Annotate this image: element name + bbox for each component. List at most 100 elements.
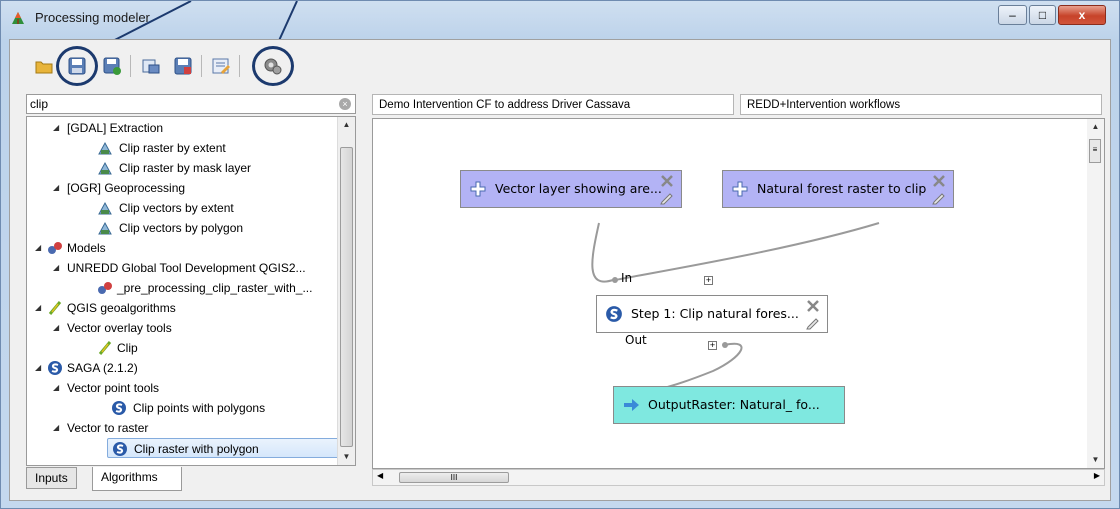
save-model-icon[interactable]: [67, 56, 87, 76]
scroll-right-icon[interactable]: ▶: [1094, 471, 1100, 480]
panel-tabs: Inputs Algorithms: [26, 467, 356, 491]
search-input[interactable]: [30, 96, 330, 112]
edit-help-icon[interactable]: [211, 56, 231, 76]
algorithm-node-step1[interactable]: Step 1: Clip natural fores...: [596, 295, 828, 333]
collapse-arrow-icon[interactable]: ◢: [53, 378, 63, 398]
tree-label: Vector point tools: [67, 381, 160, 395]
collapse-arrow-icon[interactable]: ◢: [53, 258, 63, 278]
tree-label: Vector to raster: [67, 421, 149, 435]
tree-scrollbar[interactable]: ▲ ▼: [337, 117, 355, 465]
canvas-hscrollbar[interactable]: ◀ III ▶: [372, 469, 1105, 486]
model-group-field[interactable]: REDD+Intervention workflows: [740, 94, 1102, 115]
gdal-tool-icon: [98, 201, 112, 215]
maximize-button[interactable]: □: [1029, 5, 1056, 25]
close-button[interactable]: x: [1058, 5, 1106, 25]
collapse-arrow-icon[interactable]: ◢: [53, 118, 63, 138]
input-node-forest-raster[interactable]: Natural forest raster to clip: [722, 170, 954, 208]
remove-node-icon[interactable]: [805, 298, 821, 314]
tab-algorithms[interactable]: Algorithms: [92, 467, 182, 491]
processing-modeler-window: Processing modeler – □ x clip × ◢ [GDAL]…: [0, 0, 1120, 509]
collapse-arrow-icon[interactable]: ◢: [35, 298, 45, 318]
node-label: Step 1: Clip natural fores...: [631, 306, 799, 321]
qgis-icon: [48, 301, 62, 315]
tree-label: Clip vectors by polygon: [119, 221, 244, 235]
save-as-icon[interactable]: [102, 56, 122, 76]
toolbar-separator: [201, 55, 202, 77]
scroll-left-icon[interactable]: ◀: [377, 471, 383, 480]
tree-label: Clip points with polygons: [133, 401, 266, 415]
scroll-down-icon[interactable]: ▼: [338, 449, 355, 465]
tree-label: UNREDD Global Tool Development QGIS2...: [67, 261, 306, 275]
scroll-down-icon[interactable]: ▼: [1087, 452, 1104, 468]
open-model-icon[interactable]: [34, 56, 54, 76]
expand-outputs-icon[interactable]: +: [708, 341, 717, 350]
title-bar[interactable]: Processing modeler – □ x: [1, 1, 1120, 35]
edit-node-icon[interactable]: [931, 189, 947, 205]
processing-app-icon: [12, 12, 24, 24]
tree-label: [OGR] Geoprocessing: [67, 181, 186, 195]
toolbar: [10, 40, 1110, 90]
scroll-up-icon[interactable]: ▲: [1087, 119, 1104, 135]
plus-input-icon: [470, 181, 486, 197]
remove-node-icon[interactable]: [931, 173, 947, 189]
tree-label: Clip raster with polygon: [134, 442, 259, 456]
gdal-tool-icon: [98, 141, 112, 155]
port-in-label: In: [621, 271, 633, 285]
tree-item-selected[interactable]: Clip raster with polygon: [107, 438, 339, 458]
toolbar-separator: [239, 55, 240, 77]
run-model-icon[interactable]: [263, 56, 283, 76]
collapse-arrow-icon[interactable]: ◢: [35, 358, 45, 378]
saga-icon: [113, 442, 127, 456]
tree-label: Vector overlay tools: [67, 321, 172, 335]
node-label: Natural forest raster to clip: [757, 181, 927, 196]
tab-inputs[interactable]: Inputs: [26, 467, 77, 489]
edit-node-icon[interactable]: [805, 314, 821, 330]
scroll-thumb[interactable]: [340, 147, 353, 447]
collapse-arrow-icon[interactable]: ◢: [53, 178, 63, 198]
output-node-raster[interactable]: OutputRaster: Natural_ fo...: [613, 386, 845, 424]
tree-label: QGIS geoalgorithms: [67, 301, 176, 315]
gdal-tool-icon: [98, 161, 112, 175]
toolbar-separator: [130, 55, 131, 77]
tree-label: SAGA (2.1.2): [67, 361, 138, 375]
algorithms-panel: × ◢ [GDAL] Extraction Clip raster by ext…: [26, 94, 356, 496]
scroll-thumb[interactable]: III: [399, 472, 509, 483]
tree-label: Clip vectors by extent: [119, 201, 234, 215]
tree-label: Clip raster by extent: [119, 141, 226, 155]
models-icon: [48, 242, 62, 254]
window-title: Processing modeler: [35, 10, 150, 25]
collapse-arrow-icon[interactable]: ◢: [35, 238, 45, 258]
scroll-up-icon[interactable]: ▲: [338, 117, 355, 133]
output-arrow-icon: [624, 399, 639, 411]
clear-search-icon[interactable]: ×: [339, 98, 351, 110]
input-node-vector-layer[interactable]: Vector layer showing are...: [460, 170, 682, 208]
collapse-arrow-icon[interactable]: ◢: [53, 318, 63, 338]
edit-node-icon[interactable]: [659, 189, 675, 205]
model-name-field[interactable]: Demo Intervention CF to address Driver C…: [372, 94, 734, 115]
tree-label: Clip: [117, 341, 138, 355]
tree-label: _pre_processing_clip_raster_with_...: [117, 281, 313, 295]
minimize-button[interactable]: –: [998, 5, 1027, 25]
save-to-file-icon[interactable]: [173, 56, 193, 76]
scroll-thumb[interactable]: ≡: [1089, 139, 1101, 163]
port-out-label: Out: [625, 333, 647, 347]
node-label: OutputRaster: Natural_ fo...: [648, 397, 820, 412]
search-box[interactable]: ×: [26, 94, 356, 114]
qgis-icon: [98, 341, 112, 355]
model-canvas[interactable]: Vector layer showing are... Natural fore…: [372, 118, 1105, 469]
collapse-arrow-icon[interactable]: ◢: [53, 418, 63, 438]
plus-input-icon: [732, 181, 748, 197]
remove-node-icon[interactable]: [659, 173, 675, 189]
saga-icon: [112, 401, 126, 415]
gdal-tool-icon: [98, 221, 112, 235]
algorithm-tree: ◢ [GDAL] Extraction Clip raster by exten…: [26, 116, 356, 466]
client-area: × ◢ [GDAL] Extraction Clip raster by ext…: [9, 39, 1111, 501]
saga-icon: [48, 361, 62, 375]
saga-icon: [606, 306, 622, 322]
export-image-icon[interactable]: [141, 56, 161, 76]
node-label: Vector layer showing are...: [495, 181, 662, 196]
canvas-vscrollbar[interactable]: ▲ ≡ ▼: [1087, 119, 1104, 468]
tree-label: Clip raster by mask layer: [119, 161, 252, 175]
expand-inputs-icon[interactable]: +: [704, 276, 713, 285]
models-icon: [98, 282, 112, 294]
